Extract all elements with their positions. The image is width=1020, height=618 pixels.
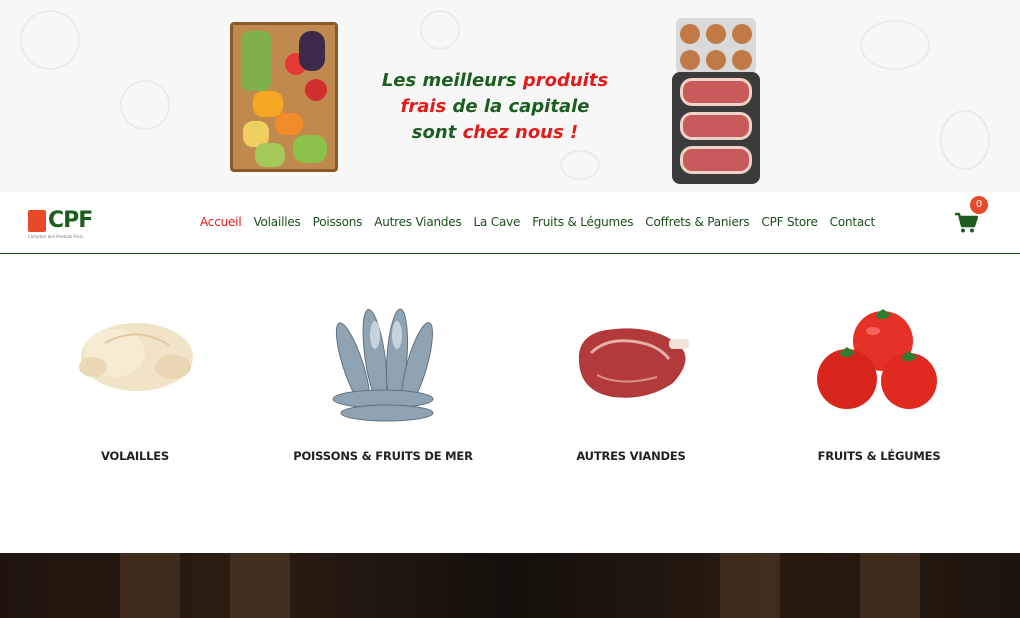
category-label: POISSONS & FRUITS DE MER [293, 449, 473, 463]
main-menu: Accueil Volailles Poissons Autres Viande… [200, 215, 887, 229]
hero-tagline: Les meilleurs produits frais de la capit… [360, 68, 630, 146]
tagline-text: sont [411, 122, 463, 143]
nav-item-fruits-legumes[interactable]: Fruits & Légumes [532, 215, 633, 229]
cart-button[interactable] [954, 212, 979, 234]
category-card-volailles[interactable]: VOLAILLES [11, 255, 259, 553]
logo-subtitle: Comptoir des Produits Frais [28, 234, 83, 239]
category-label: VOLAILLES [101, 449, 169, 463]
nav-item-volailles[interactable]: Volailles [253, 215, 300, 229]
hero-banner: Les meilleurs produits frais de la capit… [0, 0, 1020, 192]
meat-tray-image [672, 72, 760, 184]
nav-item-coffrets-paniers[interactable]: Coffrets & Paniers [645, 215, 749, 229]
tagline-text: de la capitale [446, 96, 590, 117]
cart-icon [955, 212, 979, 233]
tagline-highlight: produits [522, 70, 609, 91]
shelf-decoration [230, 553, 290, 618]
decorative-doodle [940, 110, 990, 170]
fish-image [332, 308, 434, 422]
tagline-text: ! [563, 122, 579, 143]
chicken-image [79, 323, 193, 391]
meat-image [578, 328, 689, 398]
category-card-fruits-legumes[interactable]: FRUITS & LÉGUMES [755, 255, 1003, 553]
category-card-autres-viandes[interactable]: AUTRES VIANDES [507, 255, 755, 553]
vegetable-crate-image [230, 22, 338, 172]
wine-cellar-banner [0, 553, 1020, 618]
shelf-decoration [860, 553, 920, 618]
shelf-decoration [720, 553, 780, 618]
logo-mark-icon [28, 210, 46, 232]
tomato-image [817, 309, 937, 409]
nav-item-la-cave[interactable]: La Cave [474, 215, 521, 229]
nav-item-autres-viandes[interactable]: Autres Viandes [374, 215, 462, 229]
decorative-doodle [560, 150, 600, 180]
decorative-doodle [860, 20, 930, 70]
tagline-highlight: frais [400, 96, 447, 117]
logo-text: CPF [48, 208, 93, 233]
decorative-doodle [120, 80, 170, 130]
category-section: VOLAILLES POISSONS & FRUITS DE MER AUTRE… [0, 255, 1020, 553]
nav-item-contact[interactable]: Contact [830, 215, 875, 229]
cart-count-badge: 0 [970, 196, 988, 214]
eggs-image [676, 18, 756, 74]
decorative-doodle [20, 10, 80, 70]
tagline-text: Les meilleurs [381, 70, 523, 91]
shelf-decoration [120, 553, 180, 618]
main-navbar: CPF Comptoir des Produits Frais Accueil … [0, 192, 1020, 254]
category-label: FRUITS & LÉGUMES [817, 449, 941, 463]
nav-item-cpf-store[interactable]: CPF Store [761, 215, 817, 229]
tagline-highlight: chez nous [462, 122, 564, 143]
site-logo[interactable]: CPF Comptoir des Produits Frais [28, 208, 108, 239]
decorative-doodle [420, 10, 460, 50]
category-card-poissons[interactable]: POISSONS & FRUITS DE MER [259, 255, 507, 553]
category-label: AUTRES VIANDES [576, 449, 686, 463]
nav-item-accueil[interactable]: Accueil [200, 215, 242, 229]
nav-item-poissons[interactable]: Poissons [313, 215, 363, 229]
